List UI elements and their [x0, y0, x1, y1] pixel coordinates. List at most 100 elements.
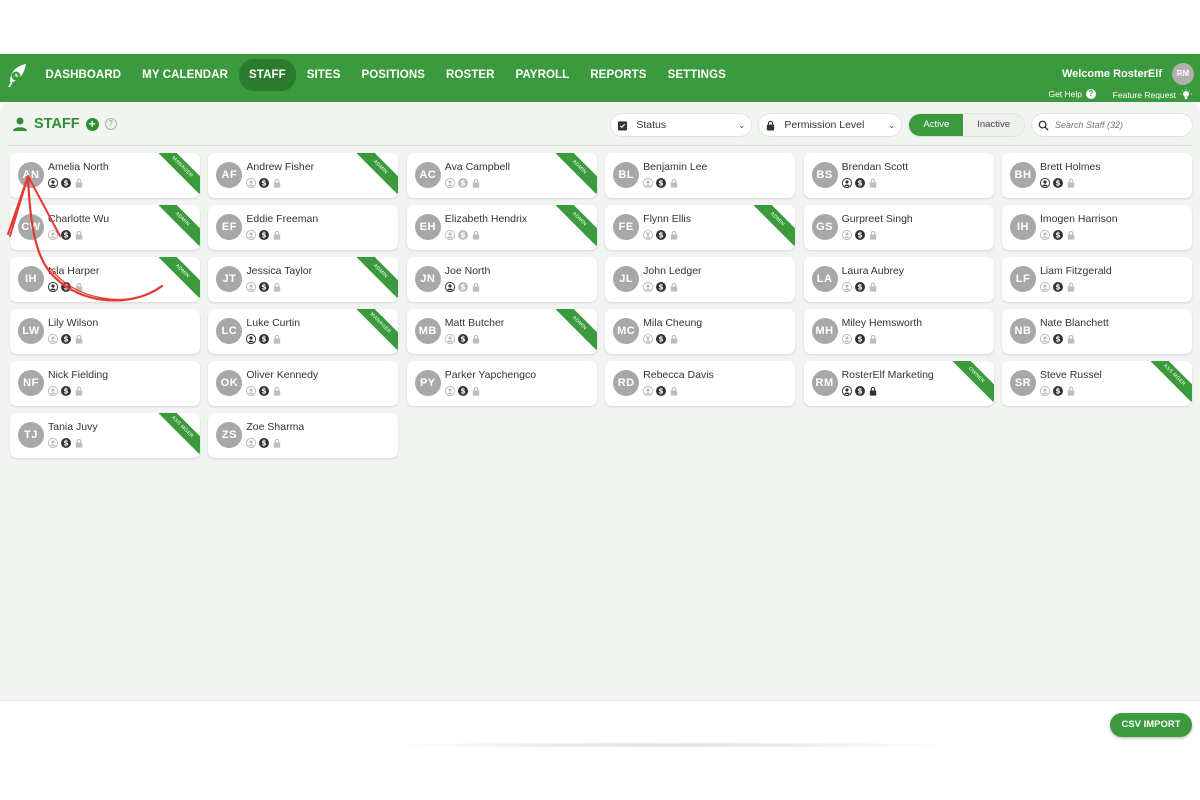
permission-level-select[interactable]: Permission Level ⌄	[759, 114, 902, 136]
active-toggle-button[interactable]: Active	[909, 114, 964, 136]
svg-text:$: $	[1055, 231, 1060, 240]
staff-card[interactable]: NF Nick Fielding $	[10, 361, 200, 406]
staff-card[interactable]: IH Imogen Harrison $	[1001, 205, 1192, 250]
staff-card[interactable]: OK Oliver Kennedy $	[208, 361, 399, 406]
staff-card[interactable]: GS Gurpreet Singh $	[803, 205, 994, 250]
staff-name: Benjamin Lee	[643, 161, 708, 173]
nav-sites[interactable]: SITES	[296, 60, 351, 90]
staff-card[interactable]: ZS Zoe Sharma $	[208, 413, 399, 458]
search-input[interactable]	[1055, 120, 1175, 130]
staff-avatar: LC	[216, 318, 243, 344]
active-inactive-toggle: Active Inactive	[909, 114, 1024, 136]
nav-my-calendar[interactable]: MY CALENDAR	[132, 60, 239, 90]
filter-bar: Status ⌄ Permission Level ⌄ Active Inact…	[611, 114, 1192, 136]
role-ribbon-label: OWNER	[947, 361, 994, 406]
svg-text:$: $	[659, 335, 664, 344]
person-badge-icon	[841, 334, 852, 344]
staff-card[interactable]: FE Flynn Ellis $ ADMIN	[605, 205, 796, 250]
staff-card[interactable]: RM RosterElf Marketing $ OWNER	[803, 361, 994, 406]
svg-text:$: $	[262, 179, 267, 188]
rosterelf-logo-icon[interactable]	[6, 60, 28, 90]
staff-card[interactable]: BH Brett Holmes $	[1001, 153, 1192, 198]
staff-card[interactable]: AN Amelia North $ MANAGER	[10, 153, 200, 198]
staff-card[interactable]: RD Rebecca Davis $	[605, 361, 796, 406]
nav-dashboard[interactable]: DASHBOARD	[35, 60, 132, 90]
svg-text:$: $	[460, 387, 465, 396]
person-badge-icon	[48, 438, 58, 448]
staff-card[interactable]: JL John Ledger $	[605, 257, 796, 302]
staff-name: Joe North	[444, 265, 491, 277]
lightbulb-icon	[1180, 89, 1192, 99]
person-badge-icon	[1039, 178, 1050, 188]
permission-select-label: Permission Level	[784, 119, 865, 131]
page-title: STAFF	[34, 116, 80, 132]
dollar-icon: $	[457, 282, 468, 292]
get-help-label: Get Help	[1048, 89, 1082, 99]
nav-reports[interactable]: REPORTS	[580, 60, 657, 90]
staff-permission-icons: $	[841, 282, 878, 292]
inactive-toggle-button[interactable]: Inactive	[963, 114, 1024, 136]
role-ribbon-label: ADMIN	[154, 205, 200, 250]
csv-import-button[interactable]: CSV IMPORT	[1110, 713, 1192, 737]
staff-card[interactable]: AC Ava Campbell $ ADMIN	[406, 153, 597, 198]
staff-card[interactable]: JT Jessica Taylor $ ADMIN	[208, 257, 399, 302]
staff-card[interactable]: NB Nate Blanchett $	[1001, 309, 1192, 354]
nav-staff[interactable]: STAFF	[238, 59, 297, 91]
staff-permission-icons: $	[444, 230, 481, 240]
staff-avatar: BH	[1009, 162, 1036, 188]
staff-card[interactable]: MH Miley Hemsworth $	[803, 309, 994, 354]
person-badge-icon	[246, 438, 257, 448]
role-ribbon: ADMIN	[550, 205, 597, 250]
staff-permission-icons: $	[246, 438, 282, 448]
staff-card[interactable]: LW Lily Wilson $	[10, 309, 200, 354]
staff-name: Nick Fielding	[48, 369, 109, 381]
nav-payroll[interactable]: PAYROLL	[505, 60, 580, 90]
feature-request-link[interactable]: Feature Request	[1113, 89, 1192, 101]
staff-card[interactable]: LC Luke Curtin $ MANAGER	[208, 309, 399, 354]
help-question-icon[interactable]: ?	[104, 118, 117, 130]
svg-text:$: $	[857, 283, 862, 292]
staff-card[interactable]: PY Parker Yapchengco $	[406, 361, 597, 406]
app-root: DASHBOARD MY CALENDAR STAFF SITES POSITI…	[0, 0, 1200, 800]
staff-card[interactable]: LA Laura Aubrey $	[803, 257, 994, 302]
add-staff-icon[interactable]: +	[85, 117, 99, 131]
staff-avatar: IH	[1009, 214, 1036, 240]
staff-card[interactable]: AF Andrew Fisher $ ADMIN	[208, 153, 399, 198]
get-help-link[interactable]: Get Help ?	[1048, 89, 1096, 99]
nav-roster[interactable]: ROSTER	[436, 60, 506, 90]
staff-card[interactable]: EF Eddie Freeman $	[208, 205, 399, 250]
staff-avatar: AF	[216, 162, 243, 188]
staff-card[interactable]: SR Steve Russel $ ASS MGER	[1001, 361, 1192, 406]
staff-card[interactable]: CW Charlotte Wu $ ADMIN	[10, 205, 200, 250]
nav-positions[interactable]: POSITIONS	[351, 60, 436, 90]
user-avatar[interactable]: RM	[1172, 63, 1194, 85]
staff-card[interactable]: TJ Tania Juvy $ ASS MGER	[10, 413, 200, 458]
staff-avatar: EF	[216, 214, 243, 240]
dollar-icon: $	[259, 178, 270, 188]
staff-card[interactable]: EH Elizabeth Hendrix $ ADMIN	[406, 205, 597, 250]
status-select[interactable]: Status ⌄	[611, 114, 752, 136]
staff-card[interactable]: MC Mila Cheung $	[605, 309, 796, 354]
clipboard-check-icon	[618, 120, 628, 131]
staff-card[interactable]: BS Brendan Scott $	[803, 153, 994, 198]
staff-card[interactable]: JN Joe North $	[406, 257, 597, 302]
role-ribbon-label: ASS MGER	[1145, 361, 1192, 406]
staff-card[interactable]: IH Isla Harper $ ADMIN	[10, 257, 200, 302]
staff-card[interactable]: BL Benjamin Lee $	[605, 153, 796, 198]
staff-name: Eddie Freeman	[246, 213, 319, 225]
lock-icon	[472, 334, 479, 344]
lock-icon	[274, 438, 281, 448]
staff-name: Isla Harper	[48, 265, 100, 277]
person-badge-icon	[643, 178, 654, 188]
staff-card[interactable]: LF Liam Fitzgerald $	[1001, 257, 1192, 302]
person-badge-icon	[1039, 334, 1050, 344]
role-ribbon: ADMIN	[749, 205, 796, 250]
staff-search[interactable]	[1032, 114, 1192, 136]
lock-icon	[75, 438, 83, 448]
staff-card[interactable]: MB Matt Butcher $ ADMIN	[406, 309, 597, 354]
feature-request-label: Feature Request	[1112, 90, 1176, 100]
staff-permission-icons: $	[643, 282, 679, 292]
nav-settings[interactable]: SETTINGS	[657, 60, 736, 90]
svg-text:$: $	[63, 283, 68, 292]
lock-icon	[75, 230, 83, 240]
